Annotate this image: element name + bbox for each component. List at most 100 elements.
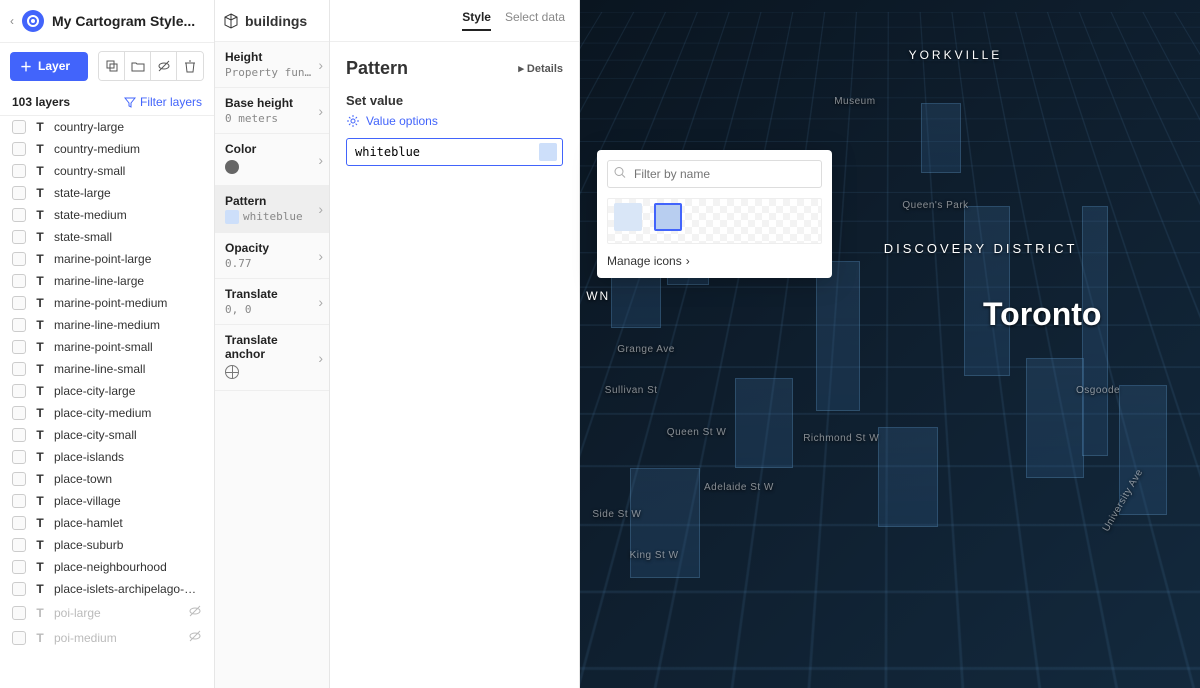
property-item[interactable]: HeightProperty fun…› <box>215 42 329 88</box>
layer-item[interactable]: Tplace-city-small <box>0 424 214 446</box>
layer-item[interactable]: Tmarine-line-small <box>0 358 214 380</box>
layer-item[interactable]: Tplace-village <box>0 490 214 512</box>
duplicate-icon[interactable] <box>99 52 125 80</box>
layer-name: country-medium <box>54 142 202 156</box>
layer-checkbox[interactable] <box>12 406 26 420</box>
map-poi: Queen's Park <box>902 200 968 211</box>
layer-item[interactable]: Tplace-city-medium <box>0 402 214 424</box>
layer-type-icon: T <box>34 384 46 398</box>
layer-item[interactable]: Tmarine-point-small <box>0 336 214 358</box>
layer-checkbox[interactable] <box>12 428 26 442</box>
edited-layer-name: buildings <box>245 13 307 29</box>
layer-checkbox[interactable] <box>12 340 26 354</box>
chevron-right-icon: › <box>318 294 323 310</box>
property-item[interactable]: Patternwhiteblue› <box>215 186 329 233</box>
manage-icons-link[interactable]: Manage icons › <box>607 254 822 268</box>
layer-checkbox[interactable] <box>12 472 26 486</box>
layer-checkbox[interactable] <box>12 362 26 376</box>
layer-type-icon: T <box>34 274 46 288</box>
chevron-right-icon: › <box>318 248 323 264</box>
value-options-button[interactable]: Value options <box>346 114 563 128</box>
layer-checkbox[interactable] <box>12 318 26 332</box>
property-item[interactable]: Color› <box>215 134 329 186</box>
map-district: YORKVILLE <box>909 48 1003 62</box>
layer-item[interactable]: Tstate-medium <box>0 204 214 226</box>
layer-checkbox[interactable] <box>12 560 26 574</box>
details-toggle[interactable]: ▸ Details <box>518 62 563 75</box>
layer-type-icon: T <box>34 186 46 200</box>
layer-checkbox[interactable] <box>12 186 26 200</box>
layer-item[interactable]: Tmarine-point-medium <box>0 292 214 314</box>
layer-item[interactable]: Tmarine-line-large <box>0 270 214 292</box>
layer-item[interactable]: Tplace-islets-archipelago-abor... <box>0 578 214 600</box>
pattern-swatch-1[interactable] <box>614 203 642 231</box>
layer-list[interactable]: Tcountry-largeTcountry-mediumTcountry-sm… <box>0 116 214 688</box>
layer-item[interactable]: Tcountry-large <box>0 116 214 138</box>
layer-checkbox[interactable] <box>12 230 26 244</box>
layer-item[interactable]: Tmarine-point-large <box>0 248 214 270</box>
layer-checkbox[interactable] <box>12 120 26 134</box>
layer-item[interactable]: Tstate-large <box>0 182 214 204</box>
layer-item[interactable]: Tcountry-small <box>0 160 214 182</box>
layer-item[interactable]: Tplace-town <box>0 468 214 490</box>
layer-name: marine-point-small <box>54 340 202 354</box>
layer-checkbox[interactable] <box>12 274 26 288</box>
tab-select-data[interactable]: Select data <box>505 10 565 31</box>
filter-layers-button[interactable]: Filter layers <box>124 95 202 109</box>
set-value-label: Set value <box>346 93 563 108</box>
layer-checkbox[interactable] <box>12 296 26 310</box>
layer-type-icon: T <box>34 142 46 156</box>
map-canvas[interactable]: YORKVILLE Museum Queen's Park DISCOVERY … <box>580 0 1200 688</box>
delete-icon[interactable] <box>177 52 203 80</box>
layer-checkbox[interactable] <box>12 142 26 156</box>
layer-type-icon: T <box>34 340 46 354</box>
property-list: HeightProperty fun…›Base height0 meters›… <box>215 42 329 688</box>
layer-checkbox[interactable] <box>12 582 26 596</box>
property-item[interactable]: Translate anchor› <box>215 325 329 391</box>
layer-item[interactable]: Tplace-suburb <box>0 534 214 556</box>
layer-checkbox[interactable] <box>12 208 26 222</box>
pattern-swatch <box>225 210 239 224</box>
layer-checkbox[interactable] <box>12 538 26 552</box>
layer-type-icon: T <box>34 208 46 222</box>
style-title[interactable]: My Cartogram Style... <box>52 13 204 29</box>
layer-checkbox[interactable] <box>12 516 26 530</box>
layer-item[interactable]: Tplace-hamlet <box>0 512 214 534</box>
pattern-swatch-preview <box>539 143 557 161</box>
layer-checkbox[interactable] <box>12 606 26 620</box>
layer-item[interactable]: Tplace-islands <box>0 446 214 468</box>
layer-checkbox[interactable] <box>12 164 26 178</box>
layer-checkbox[interactable] <box>12 450 26 464</box>
pattern-filter-input[interactable] <box>607 160 822 188</box>
property-item[interactable]: Base height0 meters› <box>215 88 329 134</box>
layer-item[interactable]: Tplace-neighbourhood <box>0 556 214 578</box>
layer-name: place-city-large <box>54 384 202 398</box>
layer-item[interactable]: Tpoi-medium <box>0 625 214 650</box>
tab-style[interactable]: Style <box>462 10 491 31</box>
layer-checkbox[interactable] <box>12 384 26 398</box>
layer-type-icon: T <box>34 120 46 134</box>
layer-type-icon: T <box>34 362 46 376</box>
pattern-value-input[interactable] <box>346 138 563 166</box>
back-chevron-icon[interactable]: ‹ <box>10 14 14 28</box>
layer-item[interactable]: Tstate-small <box>0 226 214 248</box>
layer-actions-group <box>98 51 204 81</box>
layer-checkbox[interactable] <box>12 252 26 266</box>
pattern-swatch-2-selected[interactable] <box>654 203 682 231</box>
property-item[interactable]: Opacity0.77› <box>215 233 329 279</box>
hide-icon[interactable] <box>151 52 177 80</box>
layer-checkbox[interactable] <box>12 494 26 508</box>
layer-name: marine-line-small <box>54 362 202 376</box>
layer-item[interactable]: Tplace-city-large <box>0 380 214 402</box>
layer-item[interactable]: Tmarine-line-medium <box>0 314 214 336</box>
layer-type-icon: T <box>34 560 46 574</box>
layer-item[interactable]: Tpoi-large <box>0 600 214 625</box>
map-city-label: Toronto <box>983 296 1101 333</box>
layer-type-icon: T <box>34 164 46 178</box>
cube-icon <box>223 13 239 29</box>
layer-checkbox[interactable] <box>12 631 26 645</box>
add-layer-button[interactable]: ＋ Layer <box>10 52 88 81</box>
property-item[interactable]: Translate0, 0› <box>215 279 329 325</box>
folder-icon[interactable] <box>125 52 151 80</box>
layer-item[interactable]: Tcountry-medium <box>0 138 214 160</box>
